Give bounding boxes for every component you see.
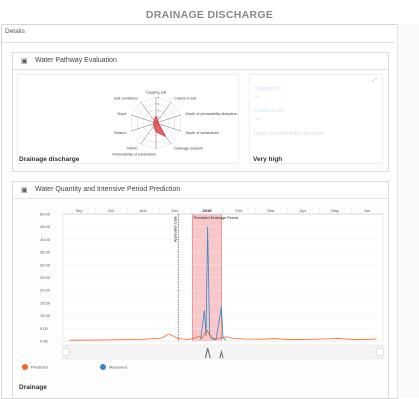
y-tick-label: 15.00 [40, 300, 51, 305]
radar-label: SWHC [127, 147, 139, 151]
item-value-cracks: Yes [254, 117, 260, 121]
section-header[interactable]: ▣ Water Pathway Evaluation [13, 53, 388, 70]
page-title: DRAINAGE DISCHARGE [145, 9, 274, 21]
item-name-depth: Depth of permeability disruption [254, 131, 325, 137]
radar-label: Soil conditions [114, 96, 138, 100]
result-caption: Very high [253, 156, 283, 163]
radar-scale-label: 3 [158, 102, 160, 106]
y-tick-label: 45.00 [40, 224, 51, 229]
radar-label: Depth of permeability disruption [186, 112, 238, 116]
radar-card: Capping soil Cracks in soil Depth of perme… [17, 74, 239, 164]
item-name-cracks: Cracks in soil [254, 108, 284, 114]
section-title: Water Pathway Evaluation [35, 56, 117, 64]
y-tick-label: 40.00 [40, 237, 51, 242]
x-tick-label: Mar [268, 208, 276, 213]
radar-label: Depth of substratum [186, 131, 219, 135]
radar-label: Drainage network [174, 147, 203, 151]
item-name-capping: Capping soil [254, 86, 282, 92]
x-tick-label: Sep [75, 208, 83, 213]
section-title: Water Quantity and Intensive Period Pred… [35, 185, 181, 193]
x-tick-label: May [331, 208, 339, 213]
y-tick-label: 50.00 [40, 212, 51, 217]
x-tick-label: 2015 [203, 208, 213, 213]
details-label: Details [5, 28, 25, 35]
x-tick-label: Oct [108, 208, 115, 213]
divider [2, 42, 395, 43]
y-tick-label: 25.00 [40, 275, 51, 280]
x-tick-label: Feb [236, 208, 244, 213]
drainage-chart[interactable]: 50.00 45.00 40.00 35.00 30.00 25.00 20.00 15.00… [13, 199, 388, 399]
radar-scale-label: 4 [158, 96, 160, 100]
radar-scale-label: 2 [158, 109, 160, 113]
legend-label[interactable]: Predicted [31, 365, 48, 370]
expand-icon[interactable]: ⤢ [372, 78, 377, 85]
radar-caption: Drainage discharge [19, 156, 80, 163]
radar-label: Permeability of substratum [112, 153, 156, 157]
legend-marker[interactable] [100, 364, 106, 370]
water-pathway-section: ▣ Water Pathway Evaluation Capping soil C… [12, 52, 389, 172]
y-tick-label: 5.00 [40, 326, 49, 331]
cube-icon: ▣ [21, 58, 28, 65]
x-tick-label: Jun [364, 208, 370, 213]
water-quantity-section: ▣ Water Quantity and Intensive Period Pr… [12, 181, 389, 398]
radar-label: Capping soil [146, 91, 166, 95]
right-scroll-strip [397, 24, 419, 397]
radar-data-area [153, 115, 167, 138]
application-date-label: Application Date [174, 216, 178, 242]
x-tick-label: Dec [171, 208, 178, 213]
item-value-capping: No [254, 95, 259, 99]
radar-label: Slope [117, 112, 126, 116]
y-tick-label: 35.00 [40, 250, 51, 255]
legend-label[interactable]: Measured [109, 365, 127, 370]
radar-chart: Capping soil Cracks in soil Depth of perme… [112, 91, 238, 157]
x-tick-label: Nov [139, 208, 146, 213]
y-tick-label: 30.00 [40, 262, 51, 267]
radar-label: Cracks in soil [174, 96, 196, 100]
y-tick-label: 0.00 [40, 339, 49, 344]
y-tick-label: 20.00 [40, 288, 51, 293]
evaluation-card: ⤢ Capping soil No Cracks in soil Yes Dep… [249, 74, 383, 164]
y-tick-label: 10.00 [40, 313, 51, 318]
cube-icon: ▣ [21, 187, 28, 194]
section-header[interactable]: ▣ Water Quantity and Intensive Period Pr… [13, 182, 388, 199]
page-header: DRAINAGE DISCHARGE [0, 0, 419, 22]
radar-axis [140, 101, 157, 124]
radar-label: Season [114, 131, 127, 135]
navigator-handle-left[interactable] [61, 347, 71, 357]
legend-marker[interactable] [22, 364, 28, 370]
chart-footer-label: Drainage [19, 384, 47, 391]
x-tick-label: Apr [300, 208, 307, 213]
navigator-handle-right[interactable] [375, 347, 385, 357]
drainage-period-label: Predicted Drainage Period [194, 216, 239, 220]
